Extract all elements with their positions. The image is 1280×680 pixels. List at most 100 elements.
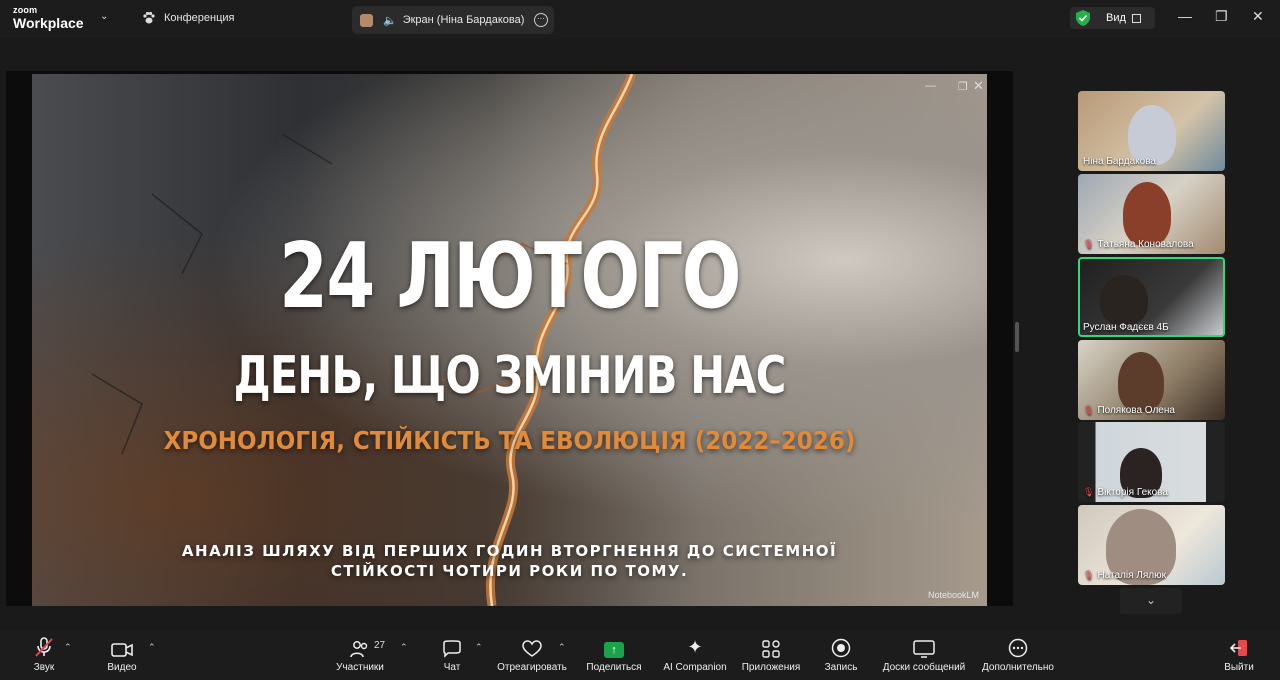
shared-screen: 24 ЛЮТОГО ДЕНЬ, ЩО ЗМІНИВ НАС ХРОНОЛОГІЯ… — [6, 71, 1013, 606]
close-icon[interactable]: ✕ — [1252, 8, 1264, 25]
paw-icon — [143, 11, 155, 24]
presentation-slide: 24 ЛЮТОГО ДЕНЬ, ЩО ЗМІНИВ НАС ХРОНОЛОГІЯ… — [32, 74, 987, 606]
crack-graphic — [91, 74, 637, 606]
mic-muted-icon — [33, 630, 55, 658]
participant-name: Наталія Лялюк — [1097, 570, 1166, 581]
audio-button[interactable]: Звук — [22, 630, 66, 680]
video-button[interactable]: Видео — [100, 630, 144, 680]
participant-name-row: 🎙︎ Вікторія Гекова — [1083, 487, 1168, 498]
brand-small: zoom — [13, 5, 38, 15]
more-icon[interactable]: ··· — [534, 13, 548, 27]
participant-name: Ніна Бардакова — [1083, 156, 1156, 167]
tab-meeting[interactable]: Конференция — [142, 11, 234, 25]
heart-icon — [522, 630, 542, 658]
participant-name: Полякова Олена — [1097, 405, 1175, 416]
tab-screen-share[interactable]: 🔈 Экран (Ніна Бардакова) ··· — [352, 6, 554, 34]
minimize-icon[interactable]: — — [1178, 8, 1192, 24]
caret-up-icon[interactable]: ⌃ — [400, 642, 408, 653]
chat-button[interactable]: Чат — [437, 630, 467, 680]
ai-companion-label: AI Companion — [663, 662, 727, 673]
chat-label: Чат — [443, 662, 461, 673]
share-button[interactable]: ↑ Поделиться — [584, 630, 644, 680]
watermark: NotebookLM — [927, 590, 979, 600]
mic-muted-icon: 🎙︎ — [1083, 570, 1095, 580]
mic-muted-icon: 🎙︎ — [1083, 487, 1095, 497]
leave-icon — [1229, 630, 1249, 658]
record-icon — [831, 630, 851, 658]
people-icon — [350, 630, 370, 658]
apps-icon — [762, 630, 780, 658]
shield-icon — [1076, 10, 1090, 26]
participant-name-row: Руслан Фадєєв 4Б — [1083, 322, 1169, 333]
view-button[interactable]: Вид — [1070, 7, 1155, 29]
more-button[interactable]: Дополнительно — [980, 630, 1056, 680]
video-label: Видео — [107, 662, 137, 673]
camera-icon — [111, 630, 133, 658]
participant-name-row: 🎙︎ Тaтьяна Коновалова — [1083, 239, 1194, 250]
share-tab-label: Экран (Ніна Бардакова) — [402, 14, 525, 26]
close-icon[interactable]: ✕ — [973, 78, 984, 94]
record-label: Запись — [824, 662, 858, 673]
participant-name: Руслан Фадєєв 4Б — [1083, 322, 1169, 333]
leave-label: Выйти — [1224, 662, 1254, 673]
ai-companion-button[interactable]: ✦ AI Companion — [660, 630, 730, 680]
caret-up-icon[interactable]: ⌃ — [558, 642, 566, 653]
minimize-icon[interactable]: — — [925, 80, 936, 92]
participant-tile[interactable]: 🎙︎ Тaтьяна Коновалова — [1078, 174, 1225, 254]
more-label: Дополнительно — [982, 662, 1054, 673]
slide-tagline: ХРОНОЛОГІЯ, СТІЙКІСТЬ ТА ЕВОЛЮЦІЯ (2022–… — [163, 426, 856, 455]
apps-label: Приложения — [741, 662, 801, 673]
split-resize-handle[interactable] — [1015, 322, 1019, 352]
desc-line-1: АНАЛІЗ ШЛЯХУ ВІД ПЕРШИХ ГОДИН ВТОРГНЕННЯ… — [181, 542, 838, 560]
participants-count: 27 — [374, 640, 386, 651]
title-bar: zoom Workplace ⌄ Конференция 🔈 Экран (Ні… — [0, 0, 1280, 38]
more-icon — [1008, 630, 1028, 658]
chat-icon — [442, 630, 462, 658]
participant-video — [1123, 182, 1171, 246]
chevron-down-icon: ⌄ — [1145, 593, 1157, 607]
grid-icon — [1131, 13, 1141, 23]
brand-large: Workplace — [13, 15, 84, 31]
caret-up-icon[interactable]: ⌃ — [475, 642, 483, 653]
boards-label: Доски сообщений — [882, 662, 966, 673]
caret-up-icon[interactable]: ⌃ — [148, 642, 156, 653]
more-participants-button[interactable]: ⌄ — [1120, 588, 1182, 614]
desc-line-2: СТІЙКОСТІ ЧОТИРИ РОКИ ПО ТОМУ. — [330, 562, 689, 580]
record-button[interactable]: Запись — [822, 630, 860, 680]
participant-tile-active[interactable]: Руслан Фадєєв 4Б — [1078, 257, 1225, 337]
meeting-toolbar: Звук ⌃ Видео ⌃ Участники 27 ⌃ Чат ⌃ Отре… — [0, 630, 1280, 680]
share-label: Поделиться — [586, 662, 642, 673]
react-button[interactable]: Отреагировать — [496, 630, 568, 680]
meeting-tab-label: Конференция — [164, 12, 235, 24]
slide-description: АНАЛІЗ ШЛЯХУ ВІД ПЕРШИХ ГОДИН ВТОРГНЕННЯ… — [32, 541, 987, 581]
chevron-down-icon[interactable]: ⌄ — [100, 11, 108, 22]
caret-up-icon[interactable]: ⌃ — [64, 642, 72, 653]
leave-button[interactable]: Выйти — [1222, 630, 1256, 680]
participant-name: Тaтьяна Коновалова — [1097, 239, 1194, 250]
mic-muted-icon: 🎙︎ — [1083, 405, 1095, 415]
avatar — [360, 13, 373, 27]
participant-tile[interactable]: 🎙︎ Полякова Олена — [1078, 340, 1225, 420]
participant-tile[interactable]: 🎙︎ Вікторія Гекова — [1078, 422, 1225, 502]
participant-name-row: 🎙︎ Полякова Олена — [1083, 405, 1175, 416]
participant-tile[interactable]: Ніна Бардакова — [1078, 91, 1225, 171]
share-screen-icon: ↑ — [604, 630, 624, 658]
participants-label: Участники — [336, 662, 384, 673]
participant-tile[interactable]: 🎙︎ Наталія Лялюк — [1078, 505, 1225, 585]
zoom-logo: zoom Workplace — [13, 5, 84, 31]
restore-icon[interactable]: ❐ — [1215, 8, 1228, 25]
slide-title: 24 ЛЮТОГО — [279, 224, 741, 329]
apps-button[interactable]: Приложения — [740, 630, 802, 680]
participant-name: Вікторія Гекова — [1097, 487, 1168, 498]
react-label: Отреагировать — [497, 662, 567, 673]
restore-icon[interactable]: ❐ — [958, 80, 968, 93]
view-label: Вид — [1106, 12, 1126, 24]
boards-button[interactable]: Доски сообщений — [880, 630, 968, 680]
board-icon — [913, 630, 935, 658]
slide-subtitle: ДЕНЬ, ЩО ЗМІНИВ НАС — [233, 346, 787, 406]
participant-video — [1100, 275, 1148, 325]
participants-button[interactable]: Участники — [334, 630, 386, 680]
audio-label: Звук — [33, 662, 55, 673]
participant-name-row: 🎙︎ Наталія Лялюк — [1083, 570, 1166, 581]
participant-video — [1118, 352, 1164, 412]
